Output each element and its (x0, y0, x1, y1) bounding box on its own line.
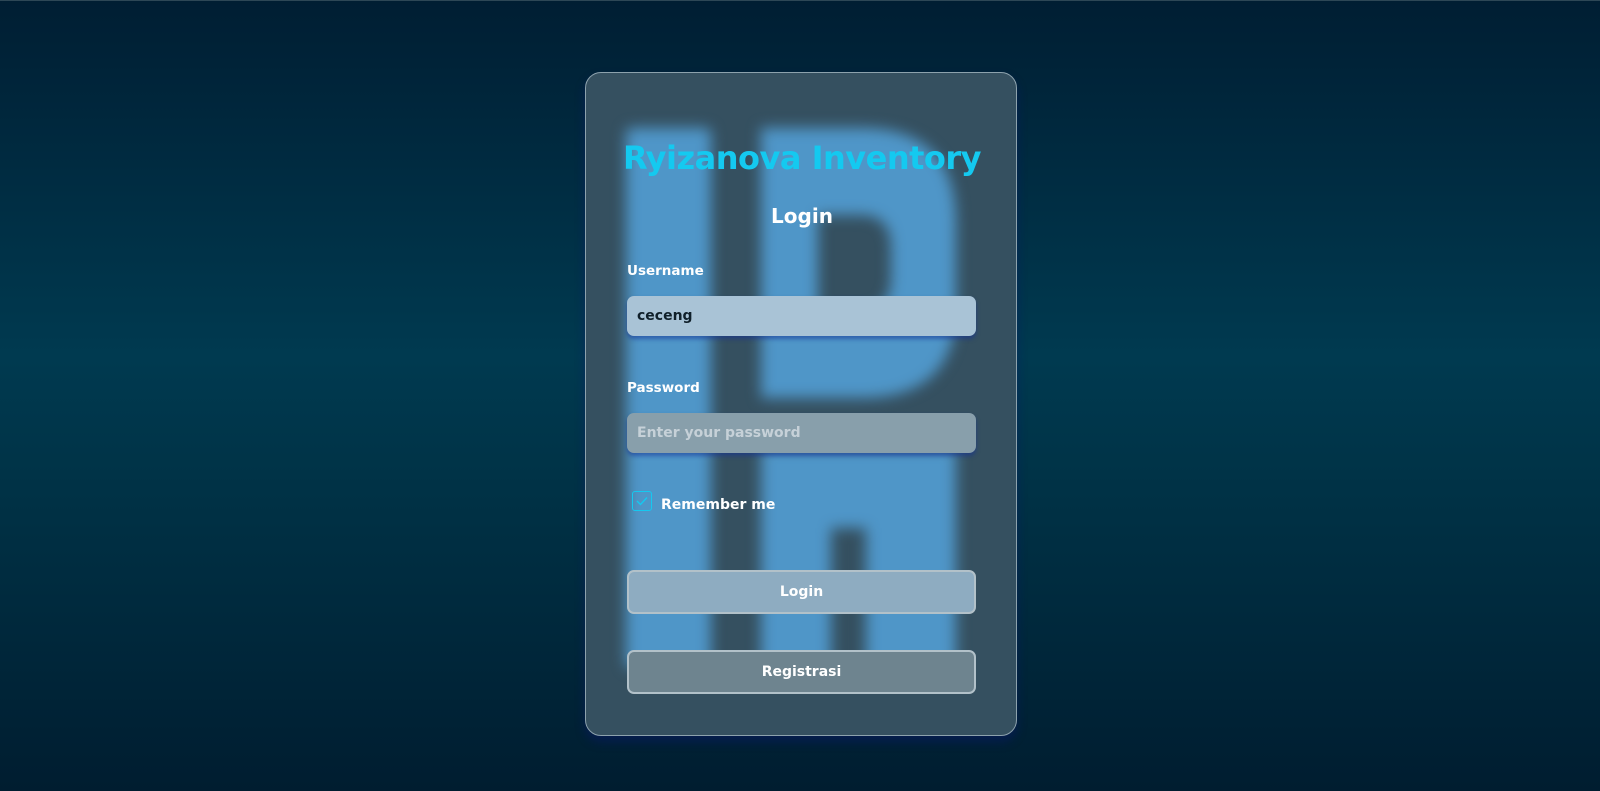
login-card: Ryizanova Inventory Login Username Passw… (585, 72, 1017, 736)
top-border-line (0, 0, 1600, 1)
username-input[interactable] (627, 296, 976, 336)
remember-me-label: Remember me (661, 497, 776, 513)
app-title: Ryizanova Inventory (622, 139, 982, 177)
remember-me-row[interactable]: Remember me (632, 491, 776, 513)
form-title: Login (771, 204, 833, 228)
check-icon (636, 497, 648, 506)
password-label: Password (627, 380, 700, 396)
login-form: Ryizanova Inventory Login Username Passw… (586, 73, 1016, 735)
login-button[interactable]: Login (627, 570, 976, 614)
password-input[interactable] (627, 413, 976, 453)
username-label: Username (627, 263, 704, 279)
remember-me-checkbox[interactable] (632, 491, 652, 511)
register-button[interactable]: Registrasi (627, 650, 976, 694)
